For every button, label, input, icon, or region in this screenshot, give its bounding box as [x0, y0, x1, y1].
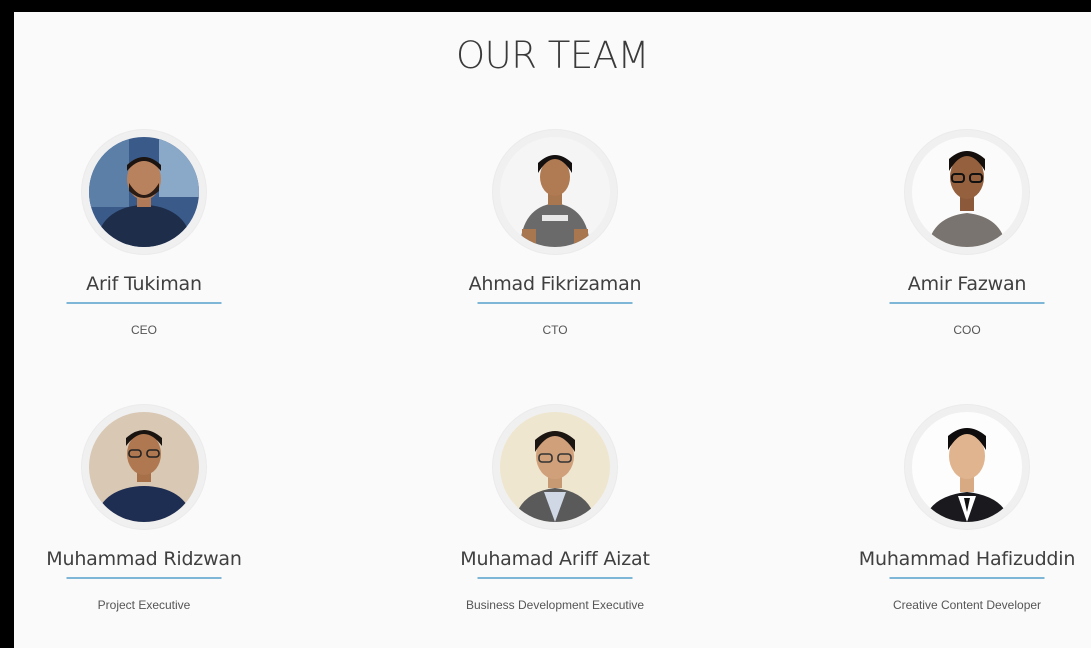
avatar-ring: [905, 130, 1029, 254]
avatar-ring: [82, 130, 206, 254]
member-name: Arif Tukiman: [86, 273, 202, 295]
member-role: Project Executive: [97, 598, 191, 612]
member-role: Creative Content Developer: [892, 598, 1042, 612]
avatar: [500, 412, 610, 522]
name-underline: [477, 577, 633, 579]
avatar: [500, 137, 610, 247]
member-name: Muhammad Ridzwan: [46, 548, 242, 570]
name-underline: [477, 302, 633, 304]
avatar: [912, 137, 1022, 247]
name-underline: [889, 302, 1045, 304]
name-underline: [66, 577, 222, 579]
member-name: Amir Fazwan: [907, 273, 1027, 295]
member-role: CEO: [130, 323, 157, 337]
member-name: Ahmad Fikrizaman: [468, 273, 642, 295]
name-underline: [889, 577, 1045, 579]
avatar-ring: [493, 130, 617, 254]
avatar: [89, 412, 199, 522]
member-role: Business Development Executive: [465, 598, 645, 612]
avatar: [89, 137, 199, 247]
page-title: OUR TEAM: [456, 34, 649, 77]
avatar-ring: [493, 405, 617, 529]
member-role: COO: [953, 323, 981, 337]
avatar-ring: [905, 405, 1029, 529]
avatar: [912, 412, 1022, 522]
name-underline: [66, 302, 222, 304]
member-role: CTO: [542, 323, 568, 337]
team-section: OUR TEAM Arif Tukiman CEO Ahmad Fikrizam…: [14, 12, 1091, 648]
member-name: Muhammad Hafizuddin: [858, 548, 1076, 570]
member-name: Muhamad Ariff Aizat: [460, 548, 650, 570]
avatar-ring: [82, 405, 206, 529]
